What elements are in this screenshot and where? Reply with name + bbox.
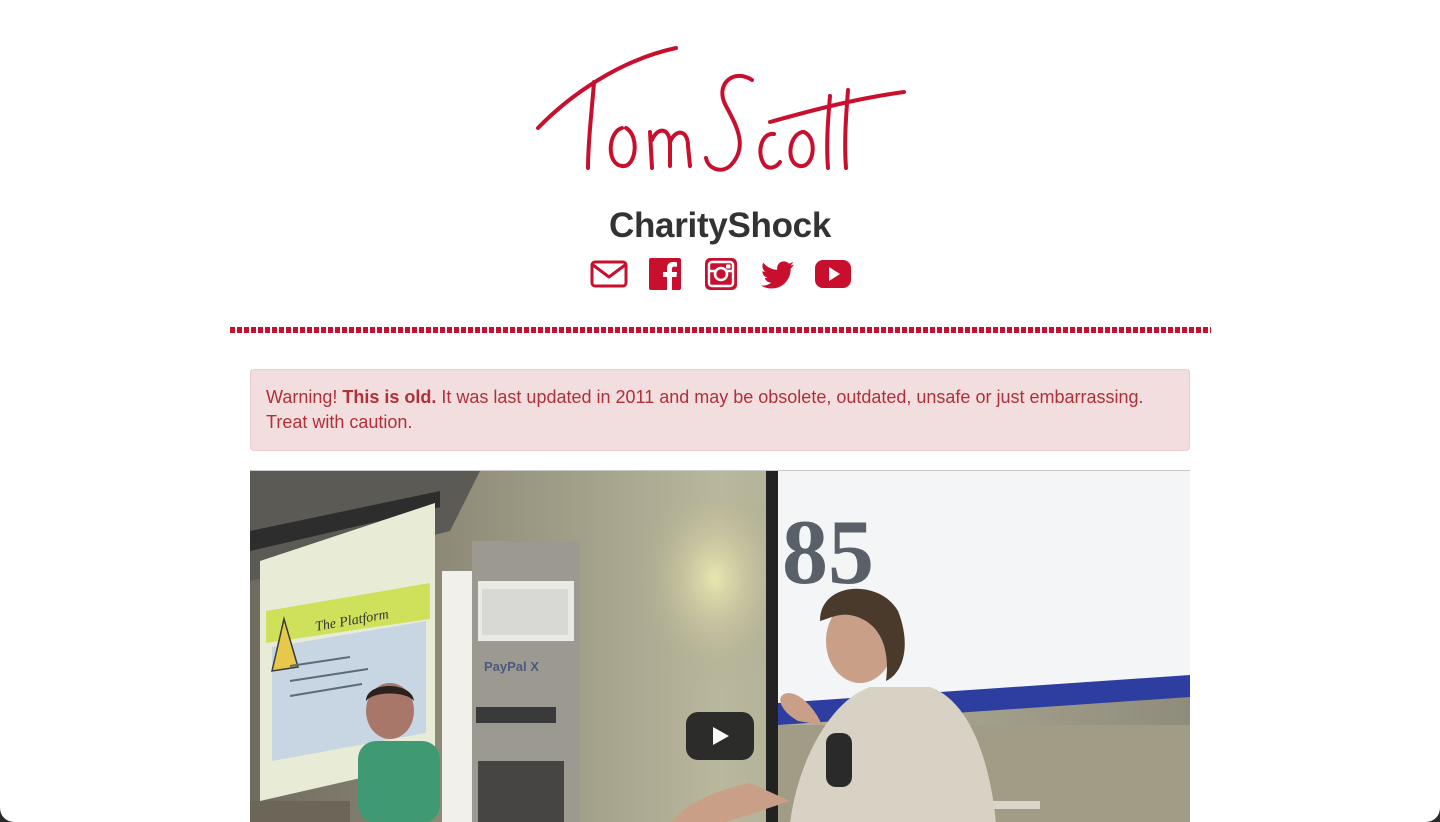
alert-prefix: Warning! bbox=[266, 387, 338, 407]
page-title: CharityShock bbox=[608, 206, 832, 245]
instagram-icon bbox=[705, 258, 737, 290]
envelope-icon bbox=[590, 260, 628, 288]
signature-logo[interactable] bbox=[530, 40, 910, 180]
page: CharityShock Warning! This is old. It wa… bbox=[0, 0, 1440, 822]
email-link[interactable] bbox=[589, 256, 629, 292]
video-player[interactable]: The Platform PayPal X 85 bbox=[250, 470, 1190, 822]
twitter-link[interactable] bbox=[757, 256, 797, 292]
facebook-icon bbox=[649, 258, 681, 290]
slide-number: 85 bbox=[782, 501, 874, 603]
facebook-link[interactable] bbox=[645, 256, 685, 292]
youtube-icon bbox=[815, 260, 851, 288]
play-icon bbox=[713, 727, 729, 745]
play-button[interactable] bbox=[686, 712, 754, 760]
video-thumbnail: The Platform PayPal X 85 bbox=[250, 471, 1190, 822]
alert-emphasis: This is old. bbox=[342, 387, 437, 407]
warning-alert: Warning! This is old. It was last update… bbox=[250, 369, 1190, 451]
social-links bbox=[589, 256, 853, 292]
dotted-divider bbox=[230, 327, 1211, 333]
instagram-link[interactable] bbox=[701, 256, 741, 292]
youtube-link[interactable] bbox=[813, 256, 853, 292]
twitter-icon bbox=[761, 261, 794, 289]
svg-text:PayPal X: PayPal X bbox=[484, 659, 539, 674]
